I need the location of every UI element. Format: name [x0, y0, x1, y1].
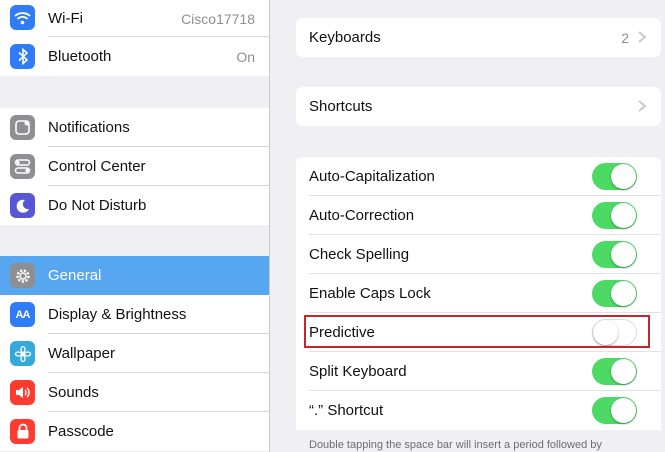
toggle-row-auto-capitalization: Auto-Capitalization: [296, 157, 661, 196]
sidebar-item-label: Display & Brightness: [48, 306, 187, 323]
sidebar-group-connectivity: Wi-Fi Cisco17718 Bluetooth On: [0, 0, 269, 76]
toggle-label: Auto-Capitalization: [309, 168, 435, 185]
keyboards-row[interactable]: Keyboards 2: [296, 18, 661, 57]
toggle-label: “.” Shortcut: [309, 402, 384, 419]
settings-sidebar: Wi-Fi Cisco17718 Bluetooth On Notificati…: [0, 0, 270, 452]
sidebar-item-label: General: [48, 267, 102, 284]
sidebar-item-label: Wi-Fi: [48, 10, 83, 27]
display-brightness-icon: AA: [10, 302, 35, 327]
auto-capitalization-toggle[interactable]: [592, 163, 637, 190]
notifications-icon: [10, 115, 35, 140]
sidebar-item-passcode[interactable]: Passcode: [0, 412, 269, 451]
toggle-row-enable-caps-lock: Enable Caps Lock: [296, 274, 661, 313]
period-shortcut-footnote: Double tapping the space bar will insert…: [309, 439, 602, 451]
enable-caps-lock-toggle[interactable]: [592, 280, 637, 307]
keyboards-label: Keyboards: [309, 29, 381, 46]
sidebar-item-label: Control Center: [48, 158, 146, 175]
keyboards-count: 2: [621, 29, 629, 46]
toggle-row-check-spelling: Check Spelling: [296, 235, 661, 274]
bluetooth-status-value: On: [236, 48, 255, 65]
speaker-icon: [10, 380, 35, 405]
gear-icon: [10, 263, 35, 288]
predictive-toggle[interactable]: [592, 319, 637, 346]
toggle-knob: [611, 281, 636, 306]
sidebar-group-device: General AA Display & Brightness Wallpape…: [0, 256, 269, 451]
sidebar-item-display-brightness[interactable]: AA Display & Brightness: [0, 295, 269, 334]
toggle-row-split-keyboard: Split Keyboard: [296, 352, 661, 391]
shortcuts-card: Shortcuts: [296, 87, 661, 126]
sidebar-item-wallpaper[interactable]: Wallpaper: [0, 334, 269, 373]
sidebar-item-do-not-disturb[interactable]: Do Not Disturb: [0, 186, 269, 225]
toggle-label: Predictive: [309, 324, 375, 341]
chevron-right-icon: [638, 100, 647, 112]
toggle-label: Split Keyboard: [309, 363, 407, 380]
wallpaper-icon: [10, 341, 35, 366]
toggle-knob: [611, 398, 636, 423]
toggle-knob: [593, 320, 618, 345]
split-keyboard-toggle[interactable]: [592, 358, 637, 385]
keyboards-card: Keyboards 2: [296, 18, 661, 57]
wifi-network-value: Cisco17718: [181, 10, 255, 27]
toggle-label: Auto-Correction: [309, 207, 415, 224]
sidebar-item-label: Do Not Disturb: [48, 197, 147, 214]
sidebar-item-label: Passcode: [48, 423, 114, 440]
toggle-row-period-shortcut: “.” Shortcut: [296, 391, 661, 430]
bluetooth-icon: [10, 44, 35, 69]
control-center-icon: [10, 154, 35, 179]
toggle-knob: [611, 359, 636, 384]
sidebar-item-general[interactable]: General: [0, 256, 269, 295]
lock-icon: [10, 419, 35, 444]
shortcuts-label: Shortcuts: [309, 98, 373, 115]
sidebar-item-sounds[interactable]: Sounds: [0, 373, 269, 412]
sidebar-item-label: Notifications: [48, 119, 130, 136]
sidebar-item-control-center[interactable]: Control Center: [0, 147, 269, 186]
sidebar-item-label: Sounds: [48, 384, 99, 401]
toggle-knob: [611, 242, 636, 267]
moon-icon: [10, 193, 35, 218]
toggle-row-predictive: Predictive: [296, 313, 661, 352]
toggle-row-auto-correction: Auto-Correction: [296, 196, 661, 235]
toggle-knob: [611, 164, 636, 189]
keyboard-options-card: Auto-Capitalization Auto-Correction Chec…: [296, 157, 661, 452]
auto-correction-toggle[interactable]: [592, 202, 637, 229]
period-shortcut-toggle[interactable]: [592, 397, 637, 424]
toggle-label: Check Spelling: [309, 246, 410, 263]
shortcuts-row[interactable]: Shortcuts: [296, 87, 661, 126]
sidebar-item-label: Wallpaper: [48, 345, 115, 362]
sidebar-item-bluetooth[interactable]: Bluetooth On: [0, 37, 269, 76]
sidebar-group-system: Notifications Control Center Do Not Dist…: [0, 108, 269, 225]
chevron-right-icon: [638, 31, 647, 43]
keyboard-settings-panel: Keyboards 2 Shortcuts Auto-Capitalizatio…: [271, 0, 665, 452]
check-spelling-toggle[interactable]: [592, 241, 637, 268]
sidebar-item-wifi[interactable]: Wi-Fi Cisco17718: [0, 0, 269, 37]
wifi-icon: [10, 5, 35, 30]
sidebar-item-notifications[interactable]: Notifications: [0, 108, 269, 147]
toggle-label: Enable Caps Lock: [309, 285, 431, 302]
sidebar-item-label: Bluetooth: [48, 48, 112, 65]
toggle-knob: [611, 203, 636, 228]
